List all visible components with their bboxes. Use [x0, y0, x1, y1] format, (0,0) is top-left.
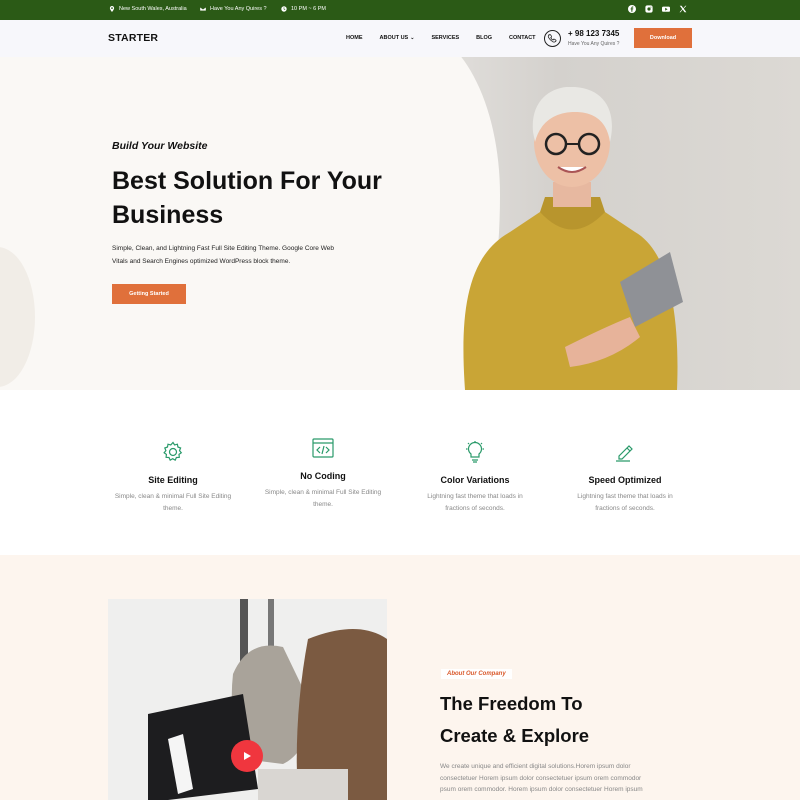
about-desc-line1: We create unique and efficient digital s…	[440, 763, 631, 770]
about-section: About Our Company The Freedom To Create …	[0, 555, 800, 800]
feature-desc-line2: theme.	[313, 500, 333, 508]
feature-desc-line1: Simple, clean & minimal Full Site Editin…	[114, 493, 232, 500]
hero-description: Simple, Clean, and Lightning Fast Full S…	[112, 243, 352, 268]
email-info[interactable]: Have You Any Quires ?	[200, 6, 267, 12]
email-text: Have You Any Quires ?	[210, 6, 267, 12]
feature-speed-optimized: Speed Optimized Lightning fast theme tha…	[550, 440, 700, 514]
feature-desc-line1: Lightning fast theme that loads in	[427, 493, 523, 500]
hero-desc-line1: Simple, Clean, and Lightning Fast Full S…	[112, 245, 334, 252]
feature-desc-line2: theme.	[163, 504, 183, 512]
hours-text: 10 PM ~ 6 PM	[291, 6, 327, 12]
play-icon	[244, 752, 251, 760]
about-desc-line2: consectetuer Horem ipsum dolor consectet…	[440, 774, 642, 782]
download-button[interactable]: Download	[634, 28, 692, 48]
feature-desc: Lightning fast theme that loads in fracti…	[400, 491, 550, 514]
location-text: New South Wales, Australia	[119, 6, 187, 12]
feature-desc: Simple, clean & minimal Full Site Editin…	[248, 487, 398, 510]
hero-title-line2: Business	[112, 201, 224, 229]
feature-no-coding: No Coding Simple, clean & minimal Full S…	[248, 436, 398, 510]
hero-title: Best Solution For Your Business	[112, 164, 412, 232]
pen-icon	[616, 445, 633, 462]
nav-home[interactable]: HOME	[346, 35, 363, 41]
feature-site-editing: Site Editing Simple, clean & minimal Ful…	[98, 440, 248, 514]
main-nav: HOME ABOUT US ⌄ SERVICES BLOG CONTACT	[346, 35, 553, 41]
nav-services[interactable]: SERVICES	[431, 35, 459, 41]
site-logo[interactable]: STARTER	[108, 32, 158, 44]
feature-desc-line1: Lightning fast theme that loads in	[577, 493, 673, 500]
about-title-line1: The Freedom To	[440, 693, 583, 714]
nav-blog[interactable]: BLOG	[476, 35, 492, 41]
x-icon[interactable]	[679, 5, 687, 13]
chevron-down-icon: ⌄	[410, 35, 415, 41]
about-description: We create unique and efficient digital s…	[440, 761, 660, 796]
about-title-line2: Create & Explore	[440, 725, 590, 746]
hero-eyebrow: Build Your Website	[112, 140, 208, 152]
instagram-icon[interactable]	[645, 5, 653, 13]
facebook-icon[interactable]	[628, 5, 636, 13]
clock-icon	[281, 6, 287, 12]
location-info: New South Wales, Australia	[109, 6, 187, 12]
gear-icon	[163, 441, 183, 461]
phone-subtitle: Have You Any Quires ?	[568, 41, 620, 47]
nav-about[interactable]: ABOUT US ⌄	[380, 35, 415, 41]
about-tag: About Our Company	[441, 669, 512, 679]
hero-section: Build Your Website Best Solution For You…	[0, 57, 800, 390]
feature-desc-line2: fractions of seconds.	[445, 504, 505, 512]
hero-desc-line2: Vitals and Search Engines optimized Word…	[112, 257, 291, 265]
code-icon	[312, 438, 334, 458]
site-header: STARTER HOME ABOUT US ⌄ SERVICES BLOG CON…	[0, 20, 800, 57]
hours-info: 10 PM ~ 6 PM	[281, 6, 326, 12]
nav-about-label: ABOUT US	[379, 35, 409, 41]
top-bar: New South Wales, Australia Have You Any …	[0, 0, 800, 20]
mail-icon	[200, 7, 206, 11]
feature-title: No Coding	[300, 471, 346, 481]
social-links	[628, 5, 687, 13]
play-video-button[interactable]	[231, 740, 263, 772]
decorative-shape-left	[0, 247, 35, 387]
feature-color-variations: Color Variations Lightning fast theme th…	[400, 440, 550, 514]
hero-title-line1: Best Solution For Your	[112, 167, 382, 195]
nav-contact[interactable]: CONTACT	[509, 35, 535, 41]
map-pin-icon	[109, 6, 115, 12]
about-image	[108, 599, 387, 800]
features-section: Site Editing Simple, clean & minimal Ful…	[0, 390, 800, 555]
phone-icon	[544, 30, 561, 47]
youtube-icon[interactable]	[662, 5, 670, 13]
about-title: The Freedom To Create & Explore	[440, 688, 589, 752]
feature-title: Color Variations	[440, 475, 510, 485]
feature-desc: Lightning fast theme that loads in fracti…	[550, 491, 700, 514]
getting-started-button[interactable]: Getting Started	[112, 284, 186, 304]
hero-woman-image	[463, 87, 683, 390]
phone-number[interactable]: + 98 123 7345	[568, 29, 619, 38]
feature-title: Speed Optimized	[588, 475, 662, 485]
feature-desc-line2: fractions of seconds.	[595, 504, 655, 512]
lightbulb-icon	[466, 441, 484, 463]
feature-desc: Simple, clean & minimal Full Site Editin…	[98, 491, 248, 514]
feature-title: Site Editing	[148, 475, 198, 485]
feature-desc-line1: Simple, clean & minimal Full Site Editin…	[264, 489, 382, 496]
about-desc-line3: psum orem commodor. Horem ipsum dolor co…	[440, 786, 643, 793]
